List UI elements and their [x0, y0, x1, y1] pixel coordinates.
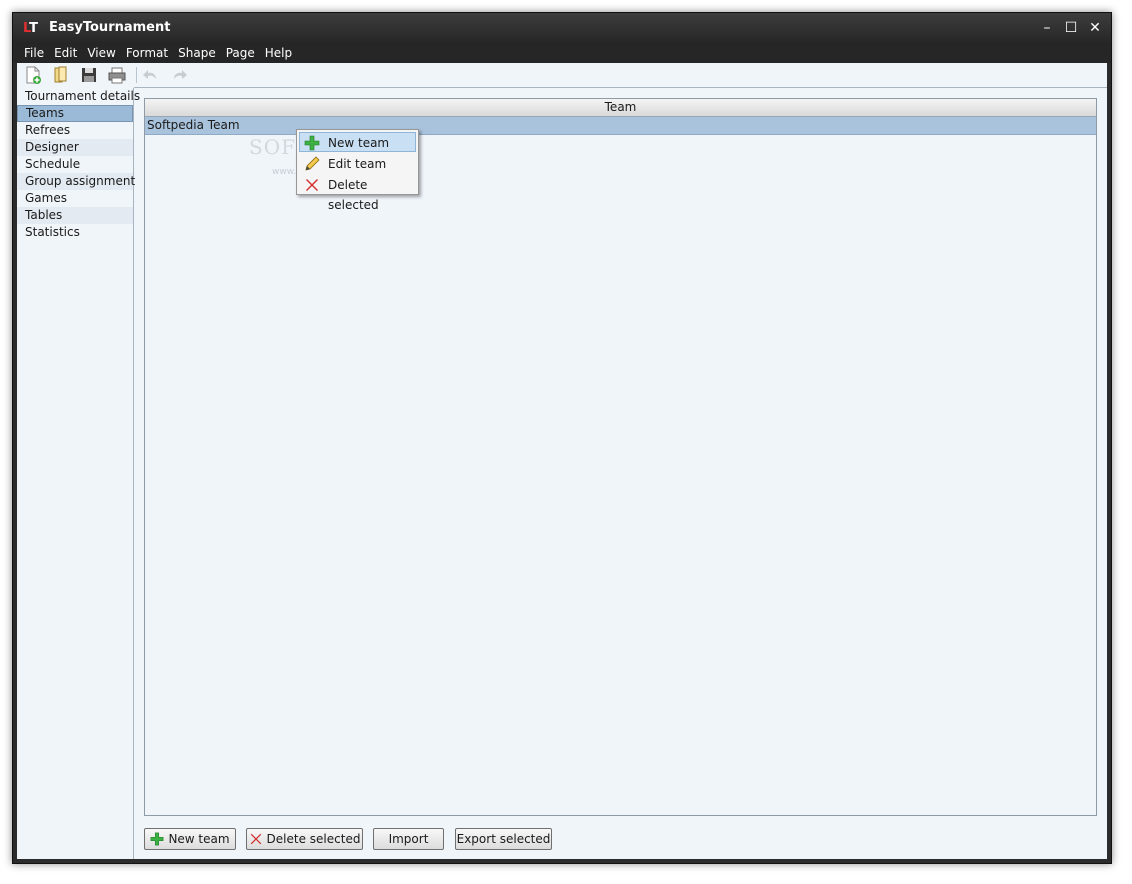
menu-format[interactable]: Format — [122, 43, 172, 61]
menu-file[interactable]: File — [20, 43, 48, 61]
sidebar-item-group-assignment[interactable]: Group assignment — [17, 173, 135, 190]
menu-view[interactable]: View — [83, 43, 119, 61]
green-plus-icon — [150, 832, 164, 846]
save-icon[interactable] — [79, 65, 99, 85]
print-icon[interactable] — [107, 65, 127, 85]
context-menu: New team Edit team Delete selected — [296, 129, 419, 212]
menu-edit[interactable]: Edit — [50, 43, 81, 61]
sidebar-item-games[interactable]: Games — [17, 190, 133, 207]
client-area: Tournament details Teams Refrees Designe… — [17, 63, 1107, 859]
context-menu-edit-team[interactable]: Edit team — [299, 153, 416, 173]
maximize-button[interactable]: ☐ — [1061, 18, 1081, 38]
new-document-icon[interactable] — [23, 65, 43, 85]
import-button[interactable]: Import — [373, 828, 444, 850]
new-team-button-label: New team — [168, 832, 230, 846]
new-team-button[interactable]: New team — [144, 828, 236, 850]
undo-icon[interactable] — [141, 65, 161, 85]
sidebar-item-refrees[interactable]: Refrees — [17, 122, 133, 139]
menu-page[interactable]: Page — [222, 43, 259, 61]
redo-icon[interactable] — [169, 65, 189, 85]
open-icon[interactable] — [51, 65, 71, 85]
sidebar-item-schedule[interactable]: Schedule — [17, 156, 133, 173]
export-selected-button[interactable]: Export selected — [455, 828, 552, 850]
pencil-icon — [304, 156, 320, 172]
app-logo-icon: LT — [23, 21, 39, 36]
context-menu-new-team[interactable]: New team — [299, 132, 416, 152]
sidebar-item-statistics[interactable]: Statistics — [17, 224, 133, 241]
delete-selected-button-label: Delete selected — [266, 832, 361, 846]
sidebar-item-tournament-details[interactable]: Tournament details — [17, 88, 140, 105]
toolbar — [17, 63, 1107, 87]
minimize-button[interactable]: – — [1037, 18, 1057, 38]
sidebar-item-designer[interactable]: Designer — [17, 139, 133, 156]
context-menu-delete-selected[interactable]: Delete selected — [299, 174, 416, 212]
context-menu-label: Delete selected — [328, 178, 379, 212]
teams-grid[interactable]: Team Softpedia Team — [144, 98, 1097, 816]
column-header-team[interactable]: Team — [145, 99, 1096, 117]
context-menu-label: New team — [328, 136, 390, 150]
window-title: EasyTournament — [49, 20, 171, 35]
sidebar-nav: Tournament details Teams Refrees Designe… — [17, 88, 140, 859]
menu-help[interactable]: Help — [261, 43, 296, 61]
red-x-icon — [304, 177, 320, 193]
red-x-icon — [249, 832, 263, 846]
sidebar-item-teams[interactable]: Teams — [17, 105, 133, 122]
toolbar-separator — [136, 67, 137, 83]
menu-bar: File Edit View Format Shape Page Help — [13, 43, 1111, 63]
title-bar[interactable]: LT EasyTournament – ☐ ✕ — [13, 13, 1111, 43]
close-button[interactable]: ✕ — [1085, 18, 1105, 38]
menu-shape[interactable]: Shape — [174, 43, 220, 61]
app-window: LT EasyTournament – ☐ ✕ File Edit View Form… — [12, 12, 1112, 864]
sidebar-item-tables[interactable]: Tables — [17, 207, 133, 224]
green-plus-icon — [304, 135, 320, 151]
delete-selected-button[interactable]: Delete selected — [246, 828, 363, 850]
table-row[interactable]: Softpedia Team — [145, 117, 1096, 135]
context-menu-label: Edit team — [328, 157, 387, 171]
